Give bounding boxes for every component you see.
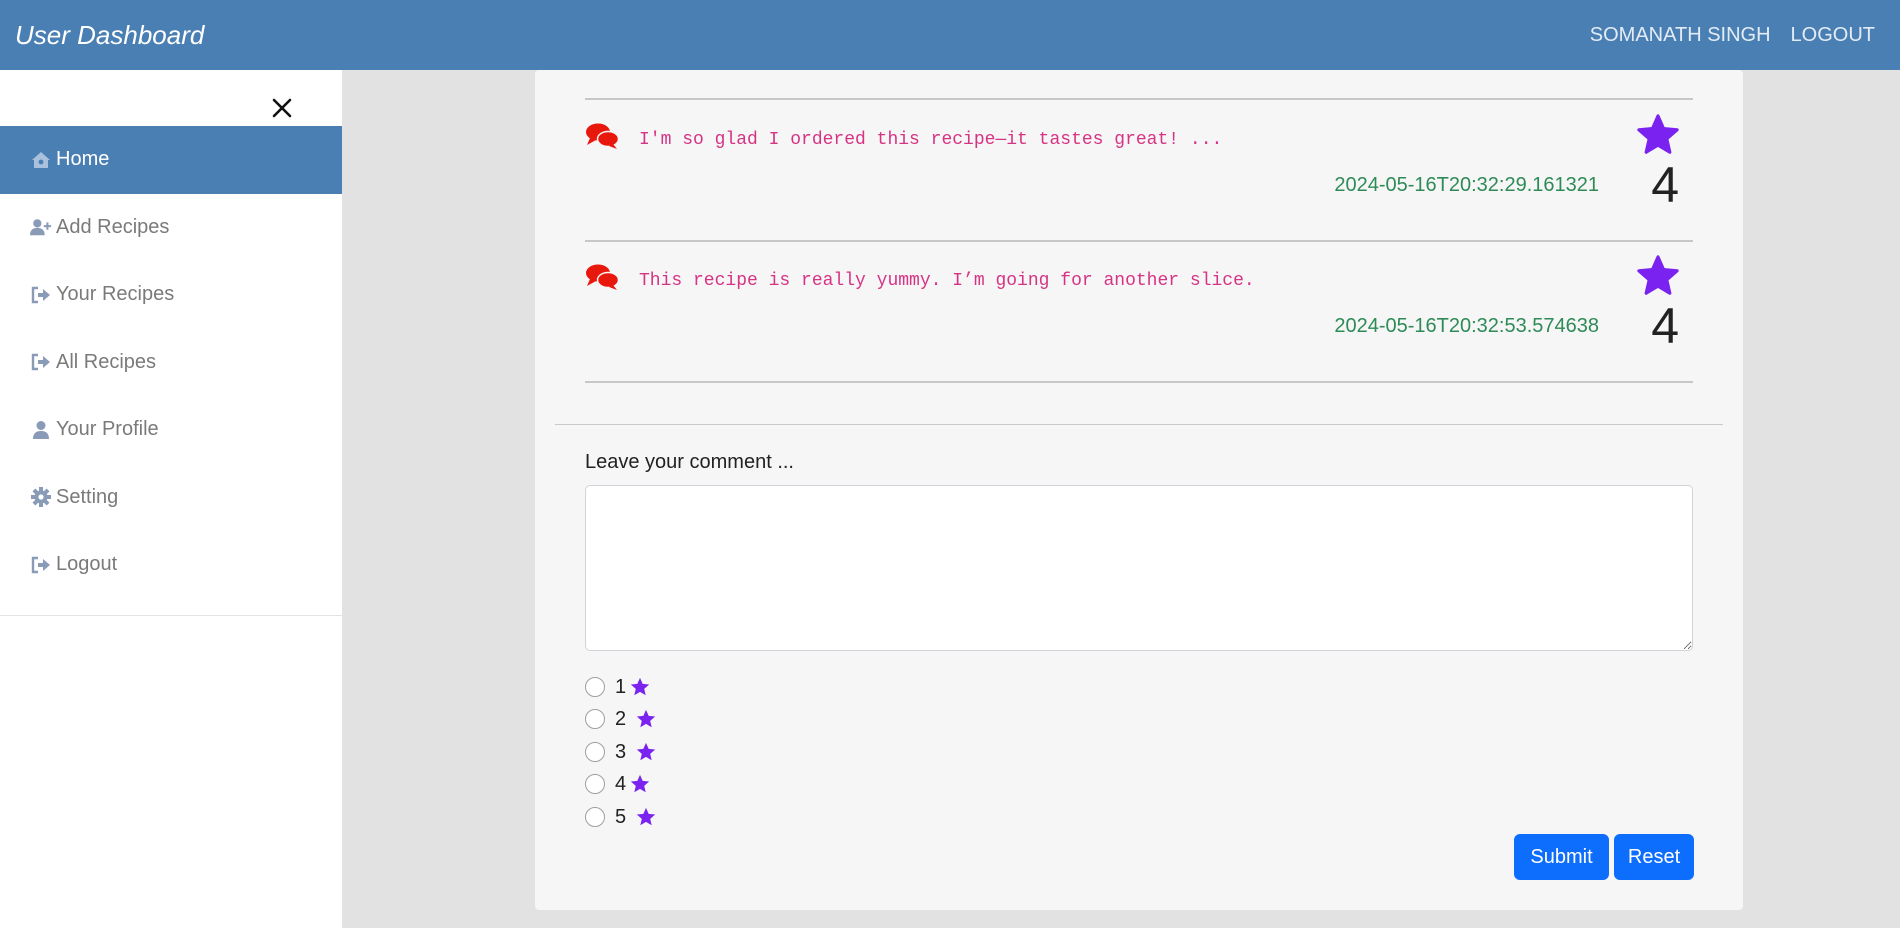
comment-label: Leave your comment ... <box>585 451 794 473</box>
rating-option-label: 3 <box>615 740 627 763</box>
radio-button[interactable] <box>585 774 605 794</box>
rating-option-4[interactable]: 4 <box>585 771 652 797</box>
radio-button[interactable] <box>585 742 605 762</box>
star-icon <box>636 807 656 826</box>
sign-out-icon <box>30 555 52 575</box>
sidebar-item-label: All Recipes <box>56 350 157 373</box>
user-name-link[interactable]: SOMANATH SINGH <box>1590 24 1771 47</box>
comment-rating: 4 <box>1651 157 1679 213</box>
star-icon <box>630 774 650 793</box>
comment-separator <box>585 98 1693 100</box>
sidebar-menu: Home Add Recipes Your Recipes All Recipe… <box>0 126 342 616</box>
star-icon <box>630 677 650 696</box>
top-navbar: User Dashboard SOMANATH SINGH LOGOUT <box>0 0 1900 70</box>
sidebar-item-add-recipes[interactable]: Add Recipes <box>0 194 342 262</box>
comment-separator <box>585 240 1693 242</box>
comments-card: I'm so glad I ordered this recipe—it tas… <box>535 70 1743 910</box>
sidebar-item-your-profile[interactable]: Your Profile <box>0 396 342 464</box>
comment-textarea[interactable] <box>585 485 1693 651</box>
section-divider <box>555 424 1723 425</box>
rating-option-3[interactable]: 3 <box>585 739 658 765</box>
comments-icon <box>586 264 619 290</box>
sidebar: Home Add Recipes Your Recipes All Recipe… <box>0 70 342 928</box>
sidebar-item-label: Add Recipes <box>56 215 170 238</box>
comment-timestamp: 2024-05-16T20:32:53.574638 <box>1334 315 1599 337</box>
star-icon <box>636 742 656 761</box>
radio-button[interactable] <box>585 807 605 827</box>
sidebar-item-all-recipes[interactable]: All Recipes <box>0 329 342 397</box>
rating-option-label: 5 <box>615 805 627 828</box>
app-title[interactable]: User Dashboard <box>15 20 204 51</box>
star-icon <box>1637 114 1679 154</box>
comment-separator <box>585 381 1693 383</box>
submit-button[interactable]: Submit <box>1514 834 1609 880</box>
comment-rating: 4 <box>1651 298 1679 354</box>
comments-icon <box>586 123 619 149</box>
radio-button[interactable] <box>585 709 605 729</box>
rating-option-label: 4 <box>615 772 627 795</box>
user-icon <box>30 420 52 440</box>
gear-icon <box>30 487 52 508</box>
sidebar-item-label: Logout <box>56 553 118 576</box>
sign-out-icon <box>30 285 52 305</box>
sidebar-item-label: Your Recipes <box>56 283 175 306</box>
rating-option-5[interactable]: 5 <box>585 804 658 830</box>
sidebar-item-home[interactable]: Home <box>0 126 342 194</box>
logout-link[interactable]: LOGOUT <box>1791 24 1875 47</box>
sign-out-icon <box>30 352 52 372</box>
sidebar-item-logout[interactable]: Logout <box>0 531 342 599</box>
star-icon <box>1637 255 1679 295</box>
sidebar-item-setting[interactable]: Setting <box>0 464 342 532</box>
radio-button[interactable] <box>585 677 605 697</box>
star-icon <box>636 709 656 728</box>
comment-text: This recipe is really yummy. I’m going f… <box>639 271 1255 291</box>
rating-option-1[interactable]: 1 <box>585 674 652 700</box>
sidebar-item-label: Setting <box>56 485 119 508</box>
add-user-icon <box>30 217 52 237</box>
comment-text: I'm so glad I ordered this recipe—it tas… <box>639 130 1223 150</box>
rating-option-label: 2 <box>615 707 627 730</box>
home-icon <box>30 150 52 170</box>
rating-option-label: 1 <box>615 675 627 698</box>
comment-timestamp: 2024-05-16T20:32:29.161321 <box>1334 174 1599 196</box>
sidebar-item-label: Your Profile <box>56 418 159 441</box>
sidebar-item-your-recipes[interactable]: Your Recipes <box>0 261 342 329</box>
close-icon[interactable] <box>268 94 296 122</box>
sidebar-item-label: Home <box>56 148 110 171</box>
rating-option-2[interactable]: 2 <box>585 706 658 732</box>
navbar-right: SOMANATH SINGH LOGOUT <box>1590 24 1875 47</box>
reset-button[interactable]: Reset <box>1614 834 1694 880</box>
